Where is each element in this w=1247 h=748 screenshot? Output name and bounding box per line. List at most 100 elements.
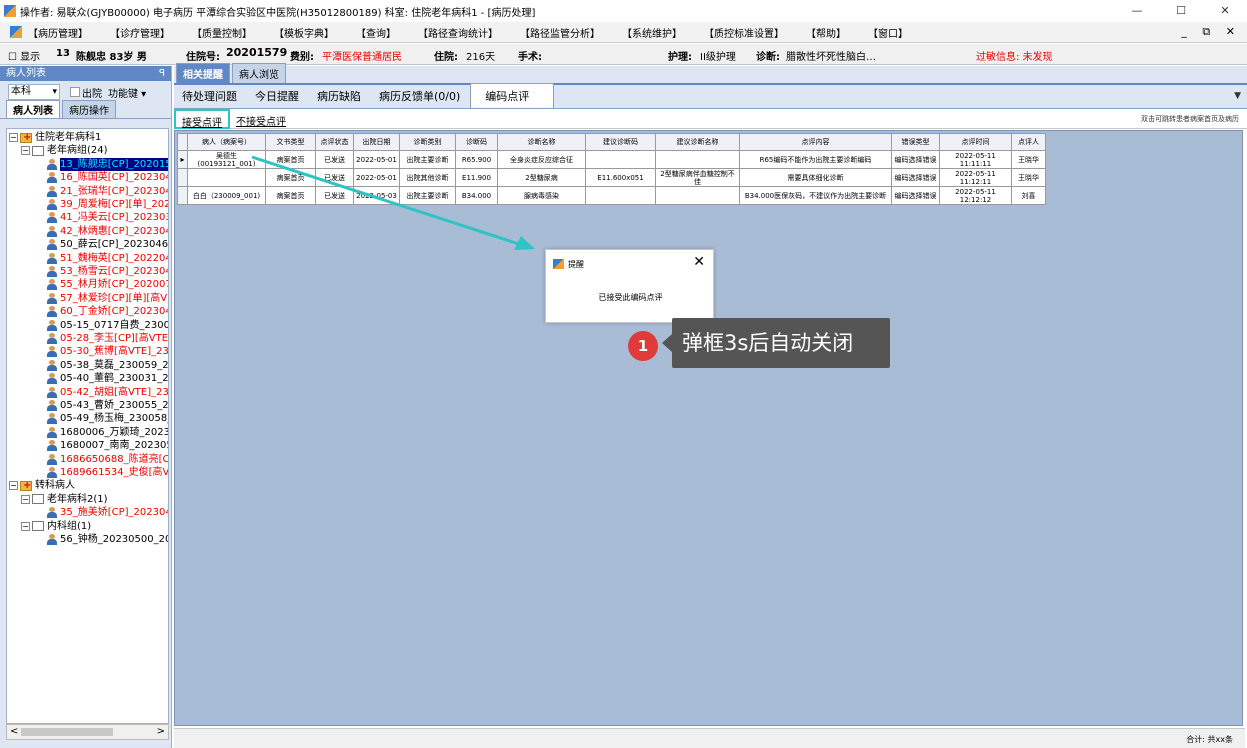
group-tree-node[interactable]: − 老年病科2(1) bbox=[21, 493, 108, 506]
patient-tree-item[interactable]: 05-28_李玉[CP][高VTE] bbox=[47, 332, 168, 345]
column-header[interactable]: 出院日期 bbox=[353, 133, 400, 151]
tab-patient-browse[interactable]: 病人浏览 bbox=[232, 63, 286, 83]
nursing-label: 护理: bbox=[668, 52, 692, 63]
close-button[interactable]: ✕ bbox=[1203, 0, 1247, 22]
patient-tree-item[interactable]: 16_陈国英[CP]_2023041 bbox=[47, 171, 168, 184]
tab-record-operation[interactable]: 病历操作 bbox=[62, 100, 116, 118]
menu-bar: 【病历管理】 【诊疗管理】 【质量控制】 【模板字典】 【查询】 【路径查询统计… bbox=[0, 22, 1247, 43]
patient-tree-item[interactable]: 1680007_南南_20230507 bbox=[47, 439, 168, 452]
discharged-checkbox[interactable] bbox=[70, 87, 80, 97]
reject-review-button[interactable]: 不接受点评 bbox=[236, 113, 286, 128]
collapse-icon[interactable]: − bbox=[21, 146, 30, 156]
tab-patient-list[interactable]: 病人列表 bbox=[6, 100, 60, 118]
show-checkbox[interactable]: ☐ 显示 bbox=[8, 48, 40, 63]
menu-record-management[interactable]: 【病历管理】 bbox=[28, 25, 88, 40]
patient-tree-item[interactable]: 57_林爱珍[CP][单][高V bbox=[47, 292, 167, 305]
tree-horizontal-scrollbar[interactable]: < > bbox=[6, 724, 169, 740]
patient-tree-item[interactable]: 41_冯美云[CP]_2023035 bbox=[47, 211, 168, 224]
patient-icon bbox=[47, 158, 57, 170]
tab-today-reminders[interactable]: 今日提醒 bbox=[247, 84, 309, 108]
function-key-dropdown[interactable]: 功能键 ▾ bbox=[108, 85, 146, 100]
row-selector[interactable] bbox=[177, 150, 188, 169]
table-row[interactable]: 病案首页 已发送 2022-05-01 出院其他诊断 E11.900 2型糖尿病 E11.6… bbox=[177, 168, 1046, 187]
table-row[interactable]: 白白（230009_001) 病案首页 已发送 2022-05-03 出院主要诊断 B34… bbox=[177, 186, 1046, 205]
dialog-close-icon[interactable]: ✕ bbox=[693, 254, 705, 270]
row-selector[interactable] bbox=[177, 186, 188, 205]
patient-tree-item[interactable]: 05-43_曹娇_230055_202 bbox=[47, 399, 168, 412]
menu-help[interactable]: 【帮助】 bbox=[806, 25, 846, 40]
patient-tree-item[interactable]: 56_钟杨_20230500_2023 bbox=[47, 533, 168, 546]
collapse-icon[interactable]: − bbox=[9, 481, 18, 491]
column-header[interactable]: 错误类型 bbox=[891, 133, 940, 151]
patient-tree-item[interactable]: 05-38_莫磊_230059_202 bbox=[47, 359, 168, 372]
patient-tree-item[interactable]: 35_施美娇[CP]_2023048 bbox=[47, 506, 168, 519]
tab-feedback-forms[interactable]: 病历反馈单(0/0) bbox=[371, 84, 470, 108]
accept-review-button[interactable]: 接受点评 bbox=[174, 109, 230, 129]
tab-overflow-icon[interactable]: ▼ bbox=[1234, 91, 1241, 101]
pin-icon[interactable]: ꟼ bbox=[159, 66, 165, 81]
scroll-right-icon[interactable]: > bbox=[157, 726, 165, 737]
column-header[interactable]: 诊断码 bbox=[455, 133, 498, 151]
minimize-button[interactable]: — bbox=[1115, 0, 1159, 22]
patient-tree-item[interactable]: 39_周爱梅[CP][单]_202 bbox=[47, 198, 168, 211]
dept-tree-node[interactable]: − 住院老年病科1 bbox=[9, 131, 101, 144]
patient-tree-item[interactable]: 05-42_胡姐[高VTE]_230 bbox=[47, 386, 168, 399]
column-header[interactable]: 诊断名称 bbox=[497, 133, 586, 151]
column-header[interactable]: 点评内容 bbox=[739, 133, 892, 151]
dept-tree-node[interactable]: − 转科病人 bbox=[9, 479, 75, 492]
patient-tree-item[interactable]: 13_陈舰忠[CP]_2020157 bbox=[47, 157, 168, 171]
patient-tree-item[interactable]: 50_薛云[CP]_20230467_ bbox=[47, 238, 168, 251]
patient-tree-item[interactable]: 1680006_万颖琦_202305 bbox=[47, 426, 168, 439]
table-row[interactable]: 吴德生 (00193121_001)病案首页已发送2022-05-01出院主要诊… bbox=[177, 150, 1046, 169]
column-header[interactable]: 点评状态 bbox=[315, 133, 354, 151]
mdi-controls[interactable]: _ ⧉ ✕ bbox=[1181, 25, 1241, 39]
row-selector[interactable] bbox=[177, 168, 188, 187]
patient-tree-item[interactable]: 05-49_杨玉梅_230058_2 bbox=[47, 412, 168, 425]
tab-coding-review[interactable]: 编码点评 bbox=[470, 83, 555, 108]
patient-tree-item[interactable]: 55_林月娇[CP]_2020071 bbox=[47, 278, 168, 291]
tab-record-defects[interactable]: 病历缺陷 bbox=[309, 84, 371, 108]
collapse-icon[interactable]: − bbox=[9, 133, 18, 142]
scroll-left-icon[interactable]: < bbox=[10, 726, 18, 737]
column-header[interactable]: 建议诊断码 bbox=[585, 133, 656, 151]
menu-pathway-stats[interactable]: 【路径查询统计】 bbox=[418, 25, 498, 40]
patient-tree-item[interactable]: 1686650688_陈道亮[CP] bbox=[47, 453, 168, 466]
collapse-icon[interactable]: − bbox=[21, 494, 30, 504]
column-header[interactable]: 建议诊断名称 bbox=[655, 133, 740, 151]
column-header[interactable]: 诊断类别 bbox=[399, 133, 456, 151]
patient-tree-item[interactable]: 05-40_董鹤_230031_202 bbox=[47, 372, 168, 385]
patient-tree-item[interactable]: 60_丁金娇[CP]_2023046 bbox=[47, 305, 168, 318]
patient-tree-item[interactable]: 53_杨雪云[CP]_2023046 bbox=[47, 265, 168, 278]
collapse-icon[interactable]: − bbox=[21, 521, 30, 531]
menu-quality-control[interactable]: 【质量控制】 bbox=[192, 25, 252, 40]
tab-related-reminders[interactable]: 相关提醒 bbox=[176, 63, 230, 83]
column-header[interactable]: 点评人 bbox=[1011, 133, 1046, 151]
annotation-callout: 弹框3s后自动关闭 bbox=[662, 318, 890, 368]
menu-template-dictionary[interactable]: 【模板字典】 bbox=[274, 25, 334, 40]
menu-diagnosis-management[interactable]: 【诊疗管理】 bbox=[110, 25, 170, 40]
tab-pending-issues[interactable]: 待处理问题 bbox=[174, 84, 247, 108]
patient-tree-item[interactable]: 1689661534_史俊[高VTE bbox=[47, 466, 168, 479]
patient-tree-item[interactable]: 05-30_蕉博[高VTE]_230 bbox=[47, 345, 168, 358]
menu-query[interactable]: 【查询】 bbox=[356, 25, 396, 40]
patient-tree-item[interactable]: 21_张瑞华[CP]_2023049 bbox=[47, 185, 168, 198]
menu-qc-standards[interactable]: 【质控标准设置】 bbox=[704, 25, 784, 40]
patient-icon bbox=[47, 199, 57, 210]
patient-tree-item[interactable]: 42_林炳惠[CP]_2023049 bbox=[47, 225, 168, 238]
column-header[interactable]: 文书类型 bbox=[265, 133, 316, 151]
menu-pathway-analysis[interactable]: 【路径监管分析】 bbox=[520, 25, 600, 40]
column-header[interactable]: 病人（病案号） bbox=[187, 133, 266, 151]
table-cell: B34.000医保灰码，不建议作为出院主要诊断 bbox=[739, 186, 892, 205]
group-tree-node[interactable]: − 老年病组(24) bbox=[21, 144, 108, 157]
group-tree-node[interactable]: − 内科组(1) bbox=[21, 520, 91, 533]
menu-system-maintenance[interactable]: 【系统维护】 bbox=[622, 25, 682, 40]
menu-app-icon[interactable] bbox=[10, 26, 22, 38]
column-header[interactable]: 点评时间 bbox=[939, 133, 1012, 151]
restore-button[interactable]: ☐ bbox=[1159, 0, 1203, 22]
scroll-thumb[interactable] bbox=[21, 728, 113, 736]
menu-window[interactable]: 【窗口】 bbox=[868, 25, 908, 40]
patient-tree-item[interactable]: 51_魏梅英[CP]_2022046 bbox=[47, 252, 168, 265]
patient-tree-item[interactable]: 05-15_0717自费_230028 bbox=[47, 319, 168, 332]
dept-select[interactable]: 本科 bbox=[8, 84, 60, 100]
table-cell: 编码选择错误 bbox=[891, 150, 940, 169]
